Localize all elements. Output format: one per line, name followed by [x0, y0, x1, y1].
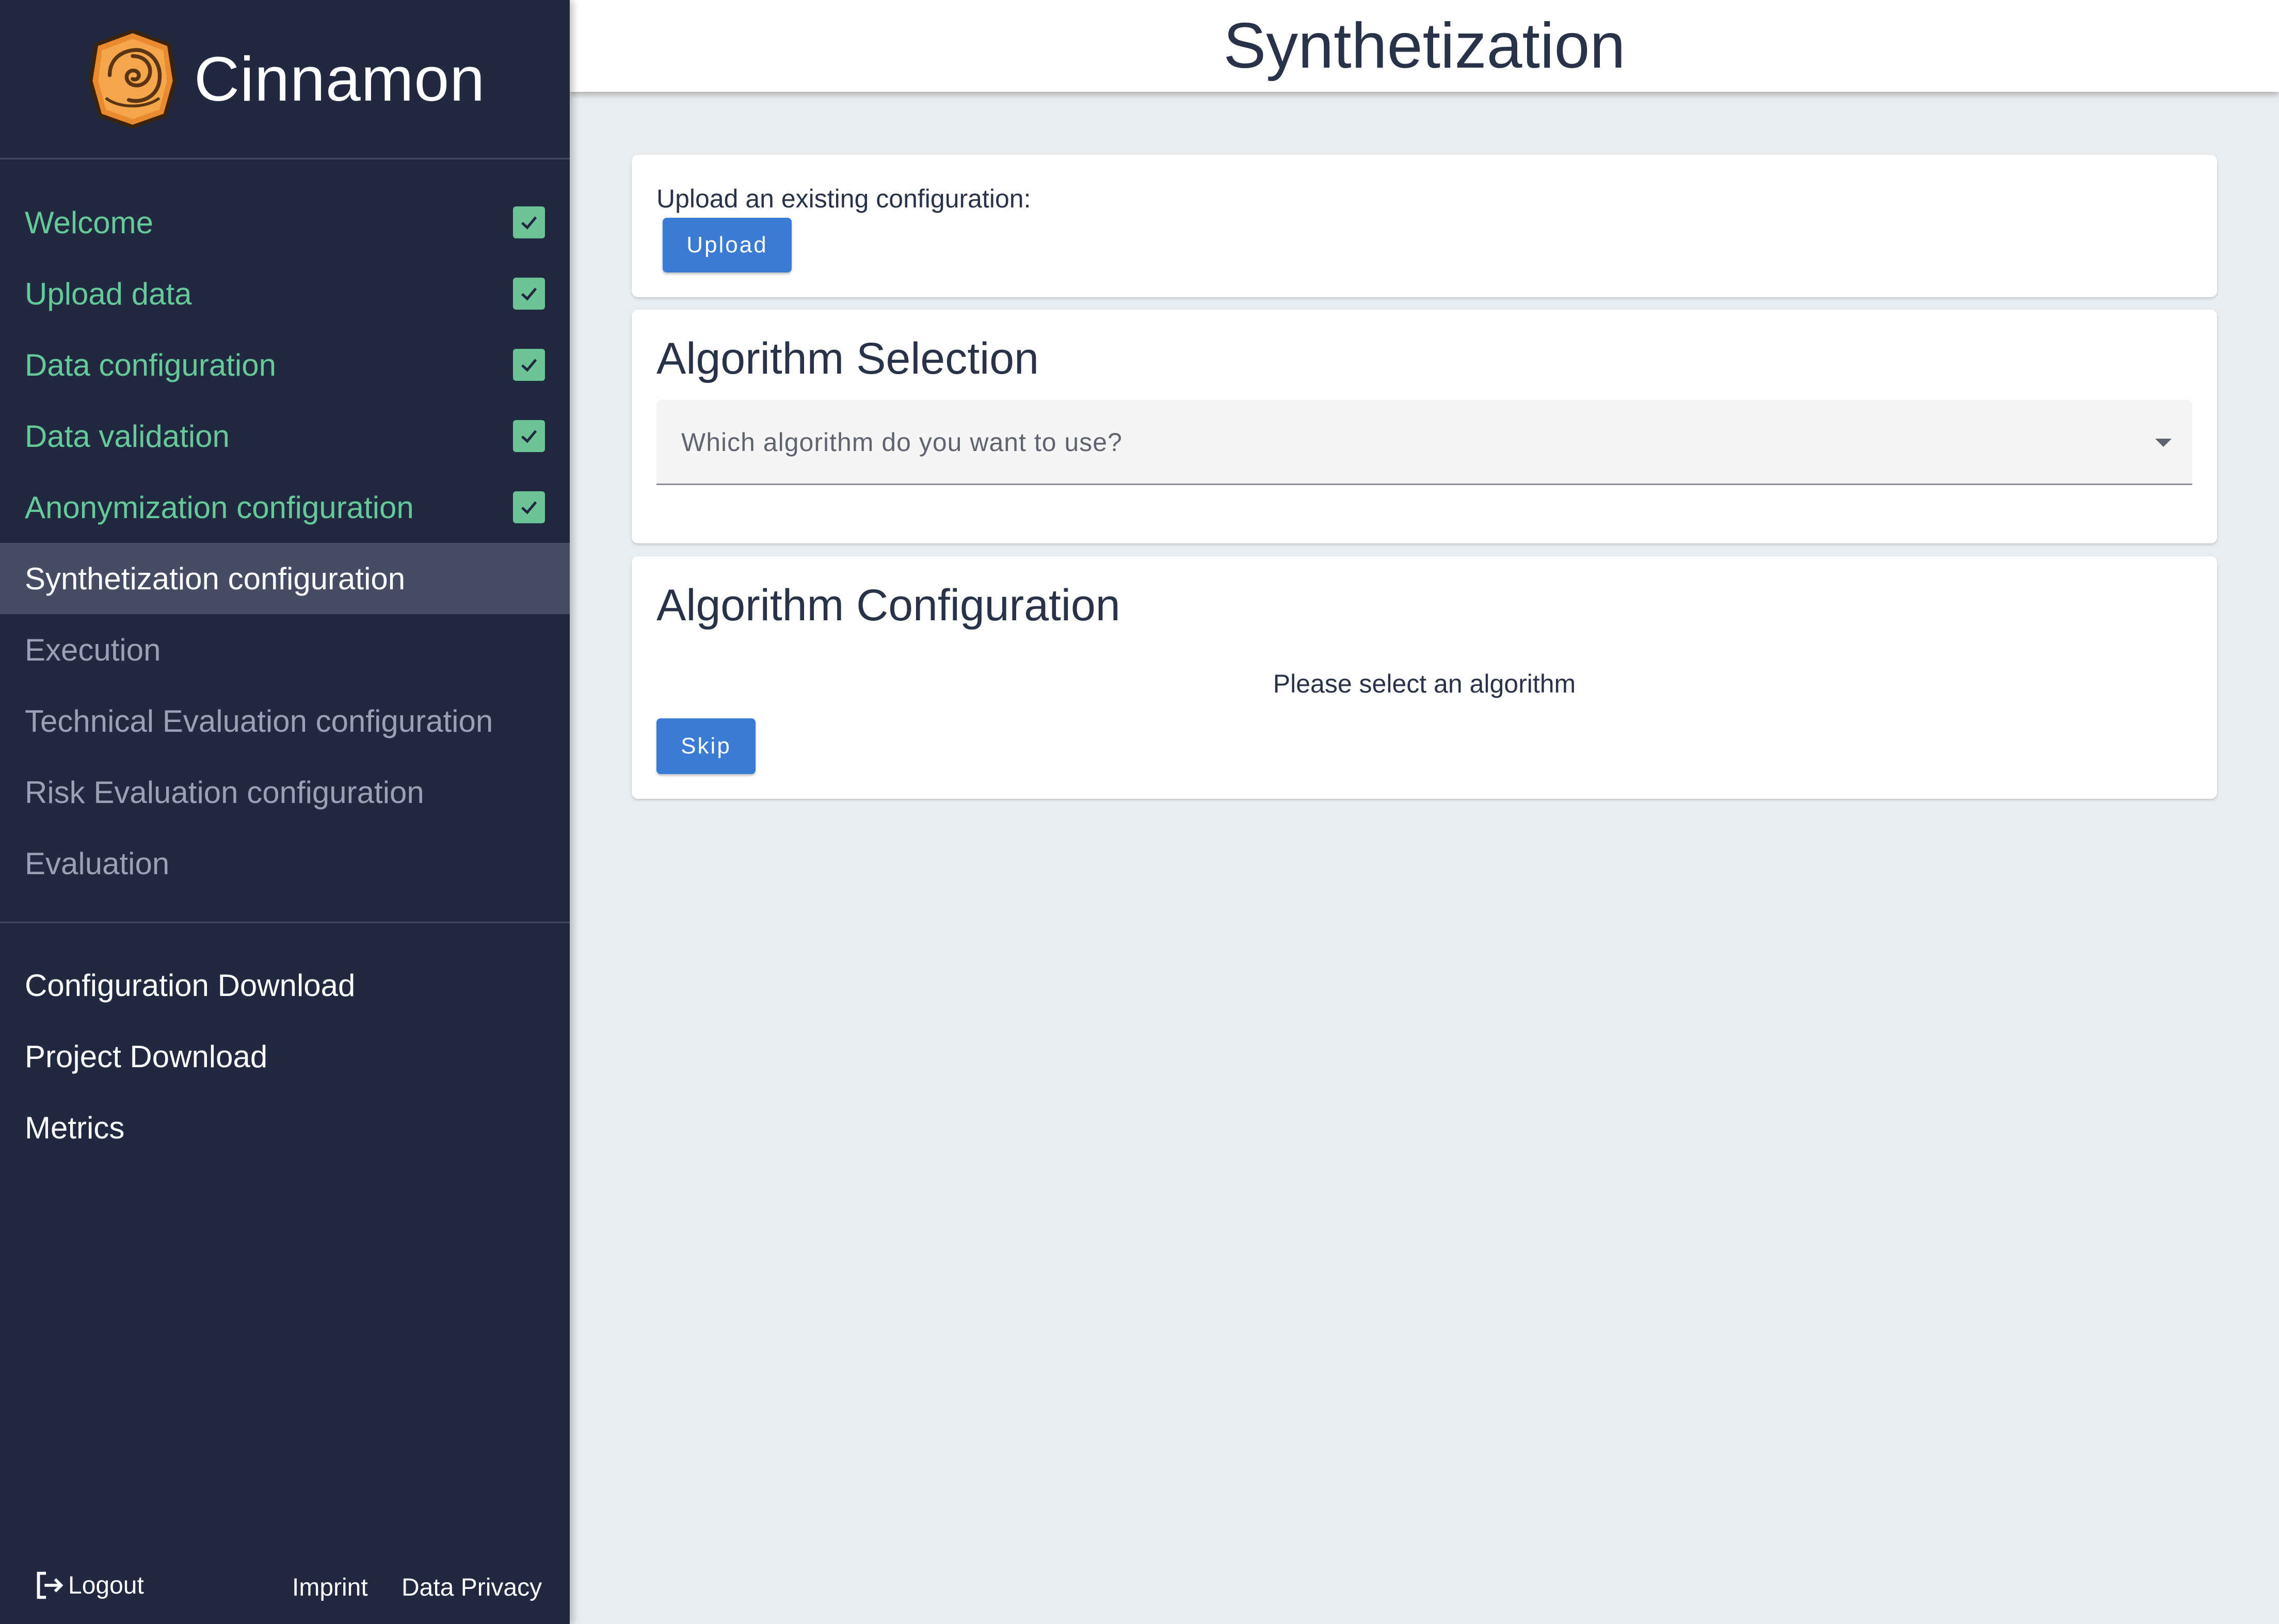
sidebar-item-execution[interactable]: Execution [0, 614, 570, 685]
logout-label: Logout [68, 1571, 144, 1599]
algorithm-selection-card: Algorithm Selection Which algorithm do y… [632, 310, 2217, 543]
algorithm-selection-title: Algorithm Selection [656, 334, 1039, 383]
sidebar-item-label: Evaluation [25, 846, 170, 881]
sidebar-item-label: Welcome [25, 205, 153, 240]
algorithm-configuration-card: Algorithm Configuration Please select an… [632, 556, 2217, 799]
sidebar-item-anonymization-configuration[interactable]: Anonymization configuration [0, 472, 570, 543]
sidebar-item-data-validation[interactable]: Data validation [0, 400, 570, 472]
sidebar-links: Configuration Download Project Download … [0, 950, 570, 1163]
data-privacy-link[interactable]: Data Privacy [402, 1573, 542, 1602]
sidebar-item-evaluation[interactable]: Evaluation [0, 828, 570, 899]
sidebar-item-label: Upload data [25, 276, 192, 311]
imprint-link[interactable]: Imprint [292, 1573, 368, 1602]
sidebar-item-label: Synthetization configuration [25, 561, 406, 596]
sidebar-item-risk-evaluation-configuration[interactable]: Risk Evaluation configuration [0, 757, 570, 828]
checkbox-checked-icon [513, 491, 545, 523]
sidebar-item-label: Anonymization configuration [25, 490, 414, 525]
sidebar-item-technical-evaluation-configuration[interactable]: Technical Evaluation configuration [0, 685, 570, 757]
brand[interactable]: Cinnamon [0, 0, 570, 159]
cinnamon-roll-icon [88, 29, 177, 129]
sidebar-item-data-configuration[interactable]: Data configuration [0, 329, 570, 400]
algorithm-select-placeholder: Which algorithm do you want to use? [681, 428, 1122, 457]
logout-icon [37, 1571, 63, 1599]
logout-button[interactable]: Logout [31, 1567, 144, 1603]
sidebar-item-label: Execution [25, 632, 161, 667]
algorithm-configuration-title: Algorithm Configuration [656, 581, 1120, 630]
project-download-link[interactable]: Project Download [0, 1021, 570, 1092]
sidebar-item-label: Risk Evaluation configuration [25, 775, 424, 810]
page-title: Synthetization [1223, 10, 1626, 82]
checkbox-checked-icon [513, 349, 545, 381]
page-header: Synthetization [570, 0, 2279, 92]
upload-configuration-label: Upload an existing configuration: [656, 184, 1031, 213]
skip-button[interactable]: Skip [656, 718, 756, 774]
configuration-download-link[interactable]: Configuration Download [0, 950, 570, 1021]
sidebar-item-synthetization-configuration[interactable]: Synthetization configuration [0, 543, 570, 614]
algorithm-select[interactable]: Which algorithm do you want to use? [656, 399, 2192, 485]
sidebar-item-welcome[interactable]: Welcome [0, 187, 570, 258]
sidebar-footer: Logout Imprint Data Privacy [0, 1552, 570, 1624]
checkbox-checked-icon [513, 420, 545, 452]
sidebar: Cinnamon Welcome Upload data Data config… [0, 0, 570, 1624]
sidebar-item-upload-data[interactable]: Upload data [0, 258, 570, 329]
caret-down-icon [2155, 439, 2172, 447]
checkbox-checked-icon [513, 278, 545, 310]
upload-configuration-card: Upload an existing configuration: Upload [632, 155, 2217, 297]
metrics-link[interactable]: Metrics [0, 1092, 570, 1163]
checkbox-checked-icon [513, 206, 545, 238]
step-navigation: Welcome Upload data Data configuration D… [0, 187, 570, 899]
upload-button[interactable]: Upload [663, 218, 792, 272]
sidebar-item-label: Technical Evaluation configuration [25, 703, 493, 738]
sidebar-item-label: Data validation [25, 419, 230, 454]
sidebar-item-label: Data configuration [25, 347, 276, 382]
brand-title: Cinnamon [194, 44, 486, 114]
sidebar-divider [0, 922, 570, 923]
select-algorithm-message: Please select an algorithm [1273, 669, 1576, 698]
